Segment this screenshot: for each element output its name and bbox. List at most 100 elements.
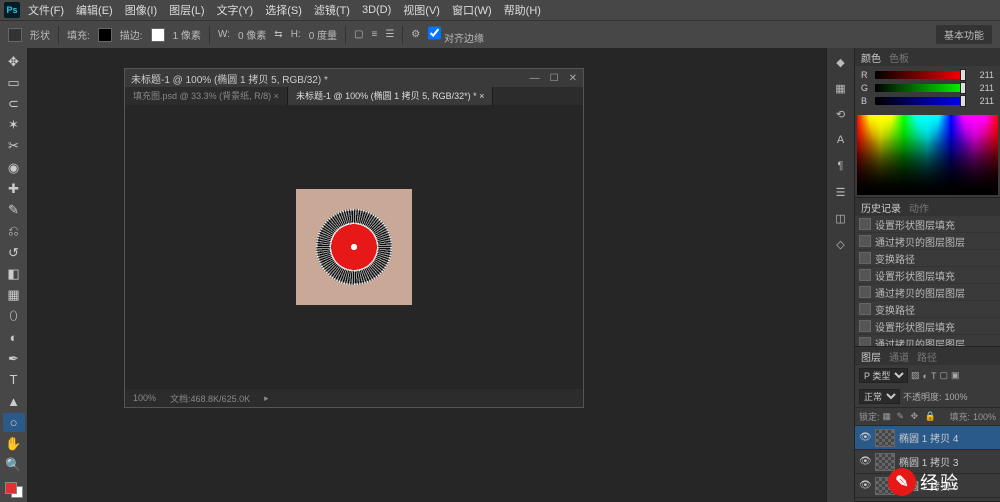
align-edges[interactable]: 对齐边缘 xyxy=(428,24,484,45)
eraser-tool[interactable]: ◧ xyxy=(3,264,25,283)
doc-tab-1[interactable]: 填充图.psd @ 33.3% (背景纸, R/8) × xyxy=(125,87,288,105)
layers-icon[interactable]: ☰ xyxy=(831,182,851,202)
filter-smart-icon[interactable]: ▣ xyxy=(951,370,960,381)
maximize-icon[interactable]: ☐ xyxy=(550,73,559,84)
character-icon[interactable]: A xyxy=(831,130,851,150)
pathop-icon[interactable]: ▢ xyxy=(354,29,363,40)
blur-tool[interactable]: ⬯ xyxy=(3,307,25,326)
menu-3d[interactable]: 3D(D) xyxy=(362,4,391,16)
align-icon[interactable]: ≡ xyxy=(371,29,377,40)
menu-image[interactable]: 图像(I) xyxy=(125,2,157,18)
history-item[interactable]: 设置形状图层填充 xyxy=(855,318,1000,335)
color-tab[interactable]: 颜色 xyxy=(861,50,881,65)
swatches-icon[interactable]: ▦ xyxy=(831,78,851,98)
filter-shape-icon[interactable]: ▢ xyxy=(939,370,948,381)
heal-tool[interactable]: ✚ xyxy=(3,179,25,198)
channels-tab[interactable]: 通道 xyxy=(889,349,909,364)
stroke-swatch[interactable] xyxy=(151,28,165,42)
close-icon[interactable]: ✕ xyxy=(569,73,577,84)
minimize-icon[interactable]: — xyxy=(530,73,540,84)
layer-row[interactable]: 👁椭圆 1 拷贝 4 xyxy=(855,426,1000,450)
menu-view[interactable]: 视图(V) xyxy=(403,2,440,18)
w-value[interactable]: 0 像素 xyxy=(238,27,266,42)
actions-tab[interactable]: 动作 xyxy=(909,200,929,215)
menu-select[interactable]: 选择(S) xyxy=(265,2,302,18)
menu-layer[interactable]: 图层(L) xyxy=(169,2,204,18)
workspace-switcher[interactable]: 基本功能 xyxy=(936,25,992,44)
arrange-icon[interactable]: ☰ xyxy=(385,29,394,40)
crop-tool[interactable]: ✂ xyxy=(3,137,25,156)
filter-image-icon[interactable]: ▨ xyxy=(911,370,920,381)
lock-pixel-icon[interactable]: ✎ xyxy=(897,411,908,422)
type-tool[interactable]: T xyxy=(3,370,25,389)
color-icon[interactable]: ◆ xyxy=(831,52,851,72)
eyedropper-tool[interactable]: ◉ xyxy=(3,158,25,177)
history-tab[interactable]: 历史记录 xyxy=(861,200,901,215)
r-slider[interactable] xyxy=(875,71,966,79)
filter-type-icon[interactable]: T xyxy=(931,371,937,381)
lock-pos-icon[interactable]: ✥ xyxy=(911,411,922,422)
fill-swatch[interactable] xyxy=(98,28,112,42)
g-slider[interactable] xyxy=(875,84,966,92)
history-item[interactable]: 设置形状图层填充 xyxy=(855,216,1000,233)
paths-tab[interactable]: 路径 xyxy=(917,349,937,364)
canvas[interactable] xyxy=(125,105,583,389)
eye-icon[interactable]: 👁 xyxy=(859,432,871,443)
blend-mode[interactable]: 正常 xyxy=(859,389,900,404)
history-item[interactable]: 通过拷贝的图层图层 xyxy=(855,284,1000,301)
menu-edit[interactable]: 编辑(E) xyxy=(76,2,113,18)
opacity-value[interactable]: 100% xyxy=(945,392,968,402)
history-icon[interactable]: ⟲ xyxy=(831,104,851,124)
shape-mode[interactable]: 形状 xyxy=(30,27,50,42)
tool-preset-icon[interactable] xyxy=(8,28,22,42)
filter-adjust-icon[interactable]: ◐ xyxy=(923,371,928,381)
marquee-tool[interactable]: ▭ xyxy=(3,73,25,92)
gradient-tool[interactable]: ▦ xyxy=(3,285,25,304)
menu-file[interactable]: 文件(F) xyxy=(28,2,64,18)
lock-trans-icon[interactable]: ▦ xyxy=(883,411,894,422)
doc-tab-2[interactable]: 未标题-1 @ 100% (椭圆 1 拷贝 5, RGB/32*) * × xyxy=(288,87,493,105)
r-value[interactable]: 211 xyxy=(970,70,994,80)
layer-filter[interactable]: P 类型 xyxy=(859,368,908,383)
path-select-tool[interactable]: ▲ xyxy=(3,392,25,411)
dodge-tool[interactable]: ◐ xyxy=(3,328,25,347)
stroke-width[interactable]: 1 像素 xyxy=(173,27,201,42)
wand-tool[interactable]: ✶ xyxy=(3,116,25,135)
lock-all-icon[interactable]: 🔒 xyxy=(925,411,936,422)
menu-help[interactable]: 帮助(H) xyxy=(504,2,541,18)
history-item[interactable]: 设置形状图层填充 xyxy=(855,267,1000,284)
pen-tool[interactable]: ✒ xyxy=(3,349,25,368)
color-spectrum[interactable] xyxy=(857,115,998,195)
color-swatches[interactable] xyxy=(5,482,23,498)
b-value[interactable]: 211 xyxy=(970,96,994,106)
hand-tool[interactable]: ✋ xyxy=(3,434,25,453)
paragraph-icon[interactable]: ¶ xyxy=(831,156,851,176)
zoom-level[interactable]: 100% xyxy=(133,393,156,403)
menu-type[interactable]: 文字(Y) xyxy=(217,2,254,18)
brush-tool[interactable]: ✎ xyxy=(3,201,25,220)
menu-window[interactable]: 窗口(W) xyxy=(452,2,492,18)
b-slider[interactable] xyxy=(875,97,966,105)
eye-icon[interactable]: 👁 xyxy=(859,456,871,467)
layers-tab[interactable]: 图层 xyxy=(861,349,881,364)
move-tool[interactable]: ✥ xyxy=(3,52,25,71)
gear-icon[interactable]: ⚙ xyxy=(411,29,420,40)
link-icon[interactable]: ⇆ xyxy=(274,29,282,40)
window-titlebar[interactable]: 未标题-1 @ 100% (椭圆 1 拷贝 5, RGB/32) * — ☐ ✕ xyxy=(125,69,583,87)
history-item[interactable]: 变换路径 xyxy=(855,250,1000,267)
shape-tool[interactable]: ○ xyxy=(3,413,25,432)
stamp-tool[interactable]: ⎌ xyxy=(3,222,25,241)
lasso-tool[interactable]: ⊂ xyxy=(3,94,25,113)
history-item[interactable]: 通过拷贝的图层图层 xyxy=(855,335,1000,346)
paths-icon[interactable]: ◇ xyxy=(831,234,851,254)
eye-icon[interactable]: 👁 xyxy=(859,480,871,491)
g-value[interactable]: 211 xyxy=(970,83,994,93)
history-brush-tool[interactable]: ↺ xyxy=(3,243,25,262)
swatch-tab[interactable]: 色板 xyxy=(889,50,909,65)
zoom-tool[interactable]: 🔍 xyxy=(3,455,25,474)
chevron-right-icon[interactable]: ▸ xyxy=(264,393,269,404)
history-item[interactable]: 通过拷贝的图层图层 xyxy=(855,233,1000,250)
menu-filter[interactable]: 滤镜(T) xyxy=(314,2,350,18)
fill-value[interactable]: 100% xyxy=(973,412,996,422)
channels-icon[interactable]: ◫ xyxy=(831,208,851,228)
